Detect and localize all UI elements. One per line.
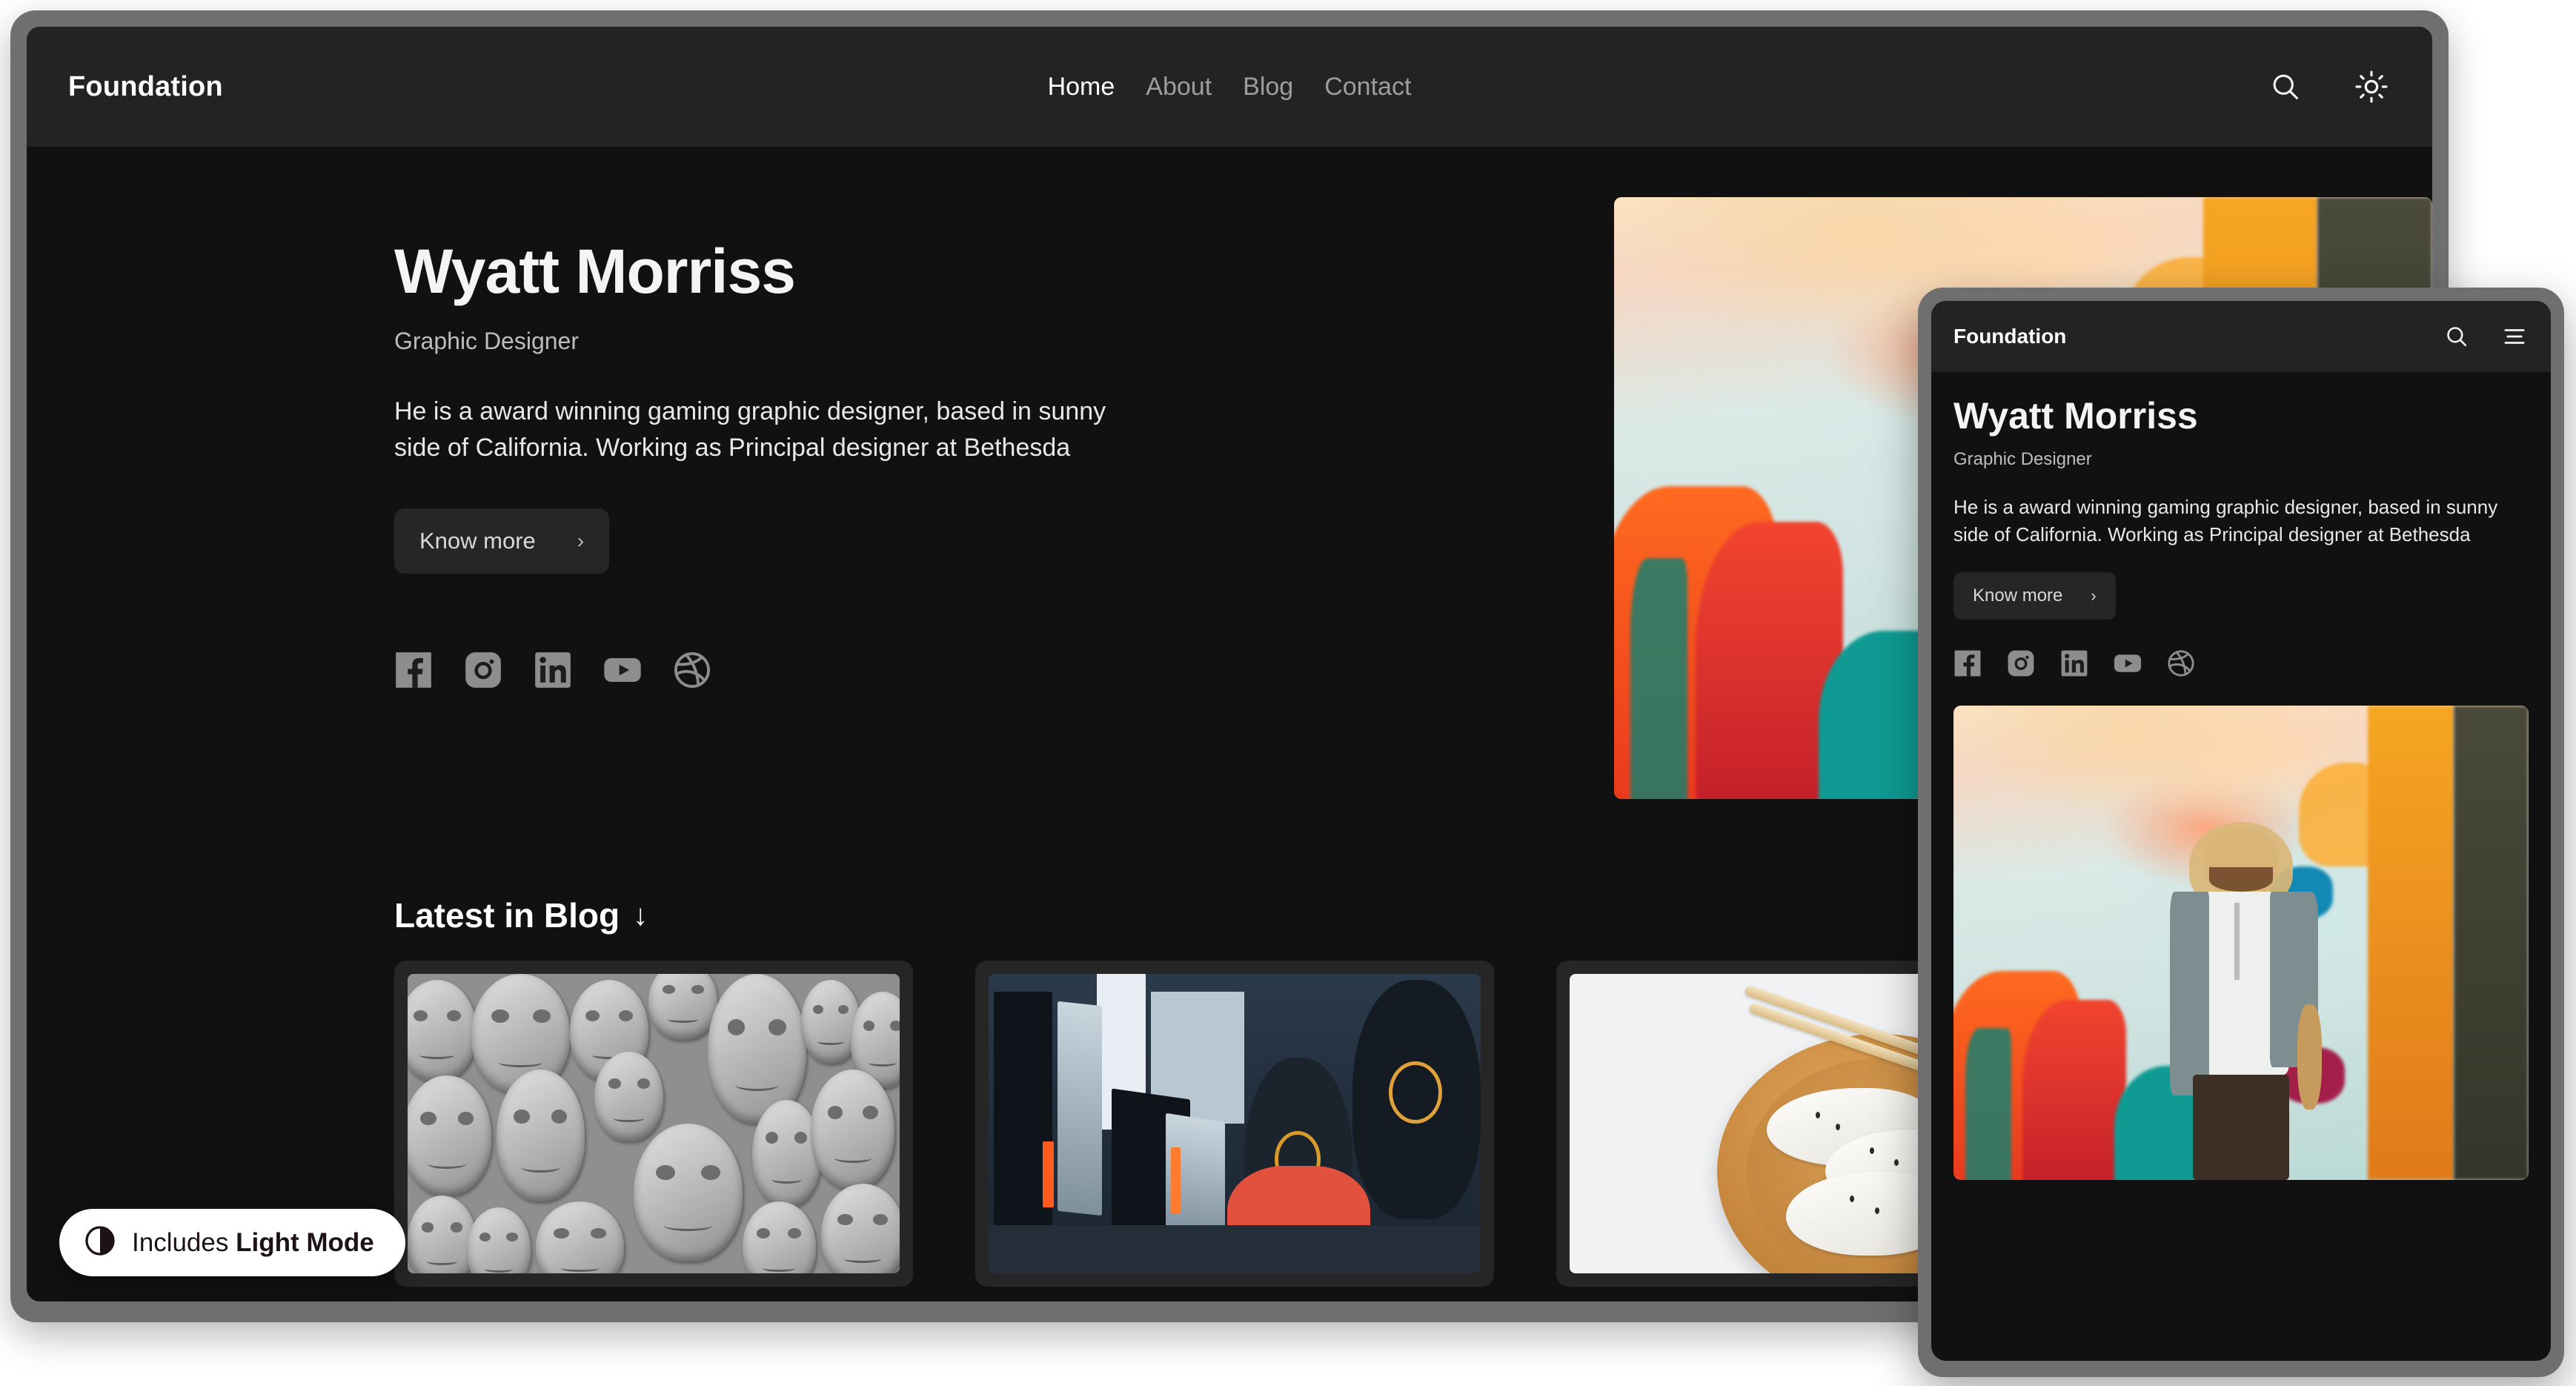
nav-link-blog[interactable]: Blog	[1243, 73, 1293, 102]
paint-pillar-orange	[2368, 706, 2454, 1180]
screenshot-stage: Foundation Home About Blog Contact	[0, 0, 2576, 1386]
instagram-icon[interactable]	[464, 651, 502, 689]
paint-blob-red	[2022, 1000, 2126, 1180]
blog-card[interactable]	[975, 961, 1494, 1287]
gaming-scene-art	[989, 974, 1481, 1273]
nav-link-about[interactable]: About	[1146, 73, 1212, 102]
search-icon[interactable]	[2266, 67, 2305, 106]
hero-text-column: Wyatt Morriss Graphic Designer He is a a…	[68, 197, 1158, 689]
desk-surface	[989, 1225, 1481, 1273]
paint-blob-green	[1965, 1028, 2011, 1180]
monitor-lit	[1058, 1001, 1102, 1216]
contrast-half-circle-icon	[84, 1225, 116, 1260]
instagram-icon[interactable]	[2007, 649, 2035, 677]
dribbble-icon[interactable]	[673, 651, 711, 689]
mobile-hero-artwork-photo	[1953, 706, 2529, 1180]
dribbble-icon[interactable]	[2167, 649, 2195, 677]
neon-strip	[1043, 1141, 1054, 1207]
brand-logo[interactable]: Foundation	[68, 71, 223, 103]
neon-strip	[1171, 1147, 1181, 1213]
blog-section-header: Latest in Blog ↓	[394, 895, 648, 935]
person-pants	[2193, 1075, 2289, 1180]
linkedin-icon[interactable]	[2060, 649, 2088, 677]
search-icon[interactable]	[2443, 322, 2471, 351]
mobile-hero-role: Graphic Designer	[1953, 449, 2529, 470]
mobile-know-more-label: Know more	[1973, 586, 2062, 606]
facebook-icon[interactable]	[1953, 649, 1982, 677]
mobile-know-more-button[interactable]: Know more ›	[1953, 572, 2116, 620]
youtube-icon[interactable]	[2114, 649, 2142, 677]
mobile-viewport: Foundation	[1931, 301, 2551, 1361]
hero-role: Graphic Designer	[394, 328, 1158, 355]
mobile-navbar: Foundation	[1931, 301, 2551, 372]
badge-label-normal: Includes	[132, 1228, 236, 1257]
chevron-right-icon: ›	[577, 529, 584, 553]
chevron-right-icon: ›	[2091, 586, 2096, 606]
know-more-label: Know more	[419, 528, 536, 554]
badge-label-bold: Light Mode	[236, 1228, 374, 1257]
primary-nav: Home About Blog Contact	[1048, 73, 1412, 102]
sun-icon[interactable]	[2352, 67, 2391, 106]
hamburger-menu-icon[interactable]	[2500, 322, 2529, 351]
gamer-background	[1352, 980, 1481, 1219]
mobile-page-title: Wyatt Morriss	[1953, 397, 2529, 434]
gamers-at-computers-photo	[989, 974, 1481, 1273]
badge-label: Includes Light Mode	[132, 1228, 374, 1258]
blog-card[interactable]	[394, 961, 913, 1287]
social-links	[394, 651, 1158, 689]
facebook-icon[interactable]	[394, 651, 433, 689]
mobile-brand-logo[interactable]: Foundation	[1953, 325, 2066, 348]
blog-section-title: Latest in Blog	[394, 895, 620, 935]
youtube-icon[interactable]	[603, 651, 642, 689]
arrow-down-icon: ↓	[633, 899, 648, 932]
person-shirt-left	[2170, 892, 2208, 1095]
mobile-page-body: Wyatt Morriss Graphic Designer He is a a…	[1931, 372, 2551, 1180]
desktop-navbar: Foundation Home About Blog Contact	[27, 27, 2432, 147]
mobile-device-frame: Foundation	[1918, 288, 2564, 1377]
person-figure	[2160, 829, 2321, 1180]
person-necklace	[2234, 903, 2240, 980]
carved-stone-faces-photo	[408, 974, 900, 1273]
nav-link-contact[interactable]: Contact	[1324, 73, 1411, 102]
mobile-social-links	[1953, 649, 2529, 677]
includes-light-mode-badge[interactable]: Includes Light Mode	[59, 1209, 405, 1276]
wall-edge-dark	[2454, 706, 2529, 1180]
nav-link-home[interactable]: Home	[1048, 73, 1115, 102]
nav-actions	[2266, 67, 2391, 106]
blog-card-list	[394, 961, 2075, 1287]
paint-blob-green	[1630, 558, 1687, 799]
know-more-button[interactable]: Know more ›	[394, 508, 609, 574]
linkedin-icon[interactable]	[534, 651, 572, 689]
mobile-hero-description: He is a award winning gaming graphic des…	[1953, 494, 2529, 548]
person-arm	[2297, 1004, 2322, 1110]
mobile-nav-actions	[2443, 322, 2529, 351]
stone-faces-art	[408, 974, 900, 1273]
headphone-ring-icon	[1389, 1061, 1443, 1124]
hero-description: He is a award winning gaming graphic des…	[394, 394, 1158, 467]
page-title: Wyatt Morriss	[394, 240, 1158, 302]
